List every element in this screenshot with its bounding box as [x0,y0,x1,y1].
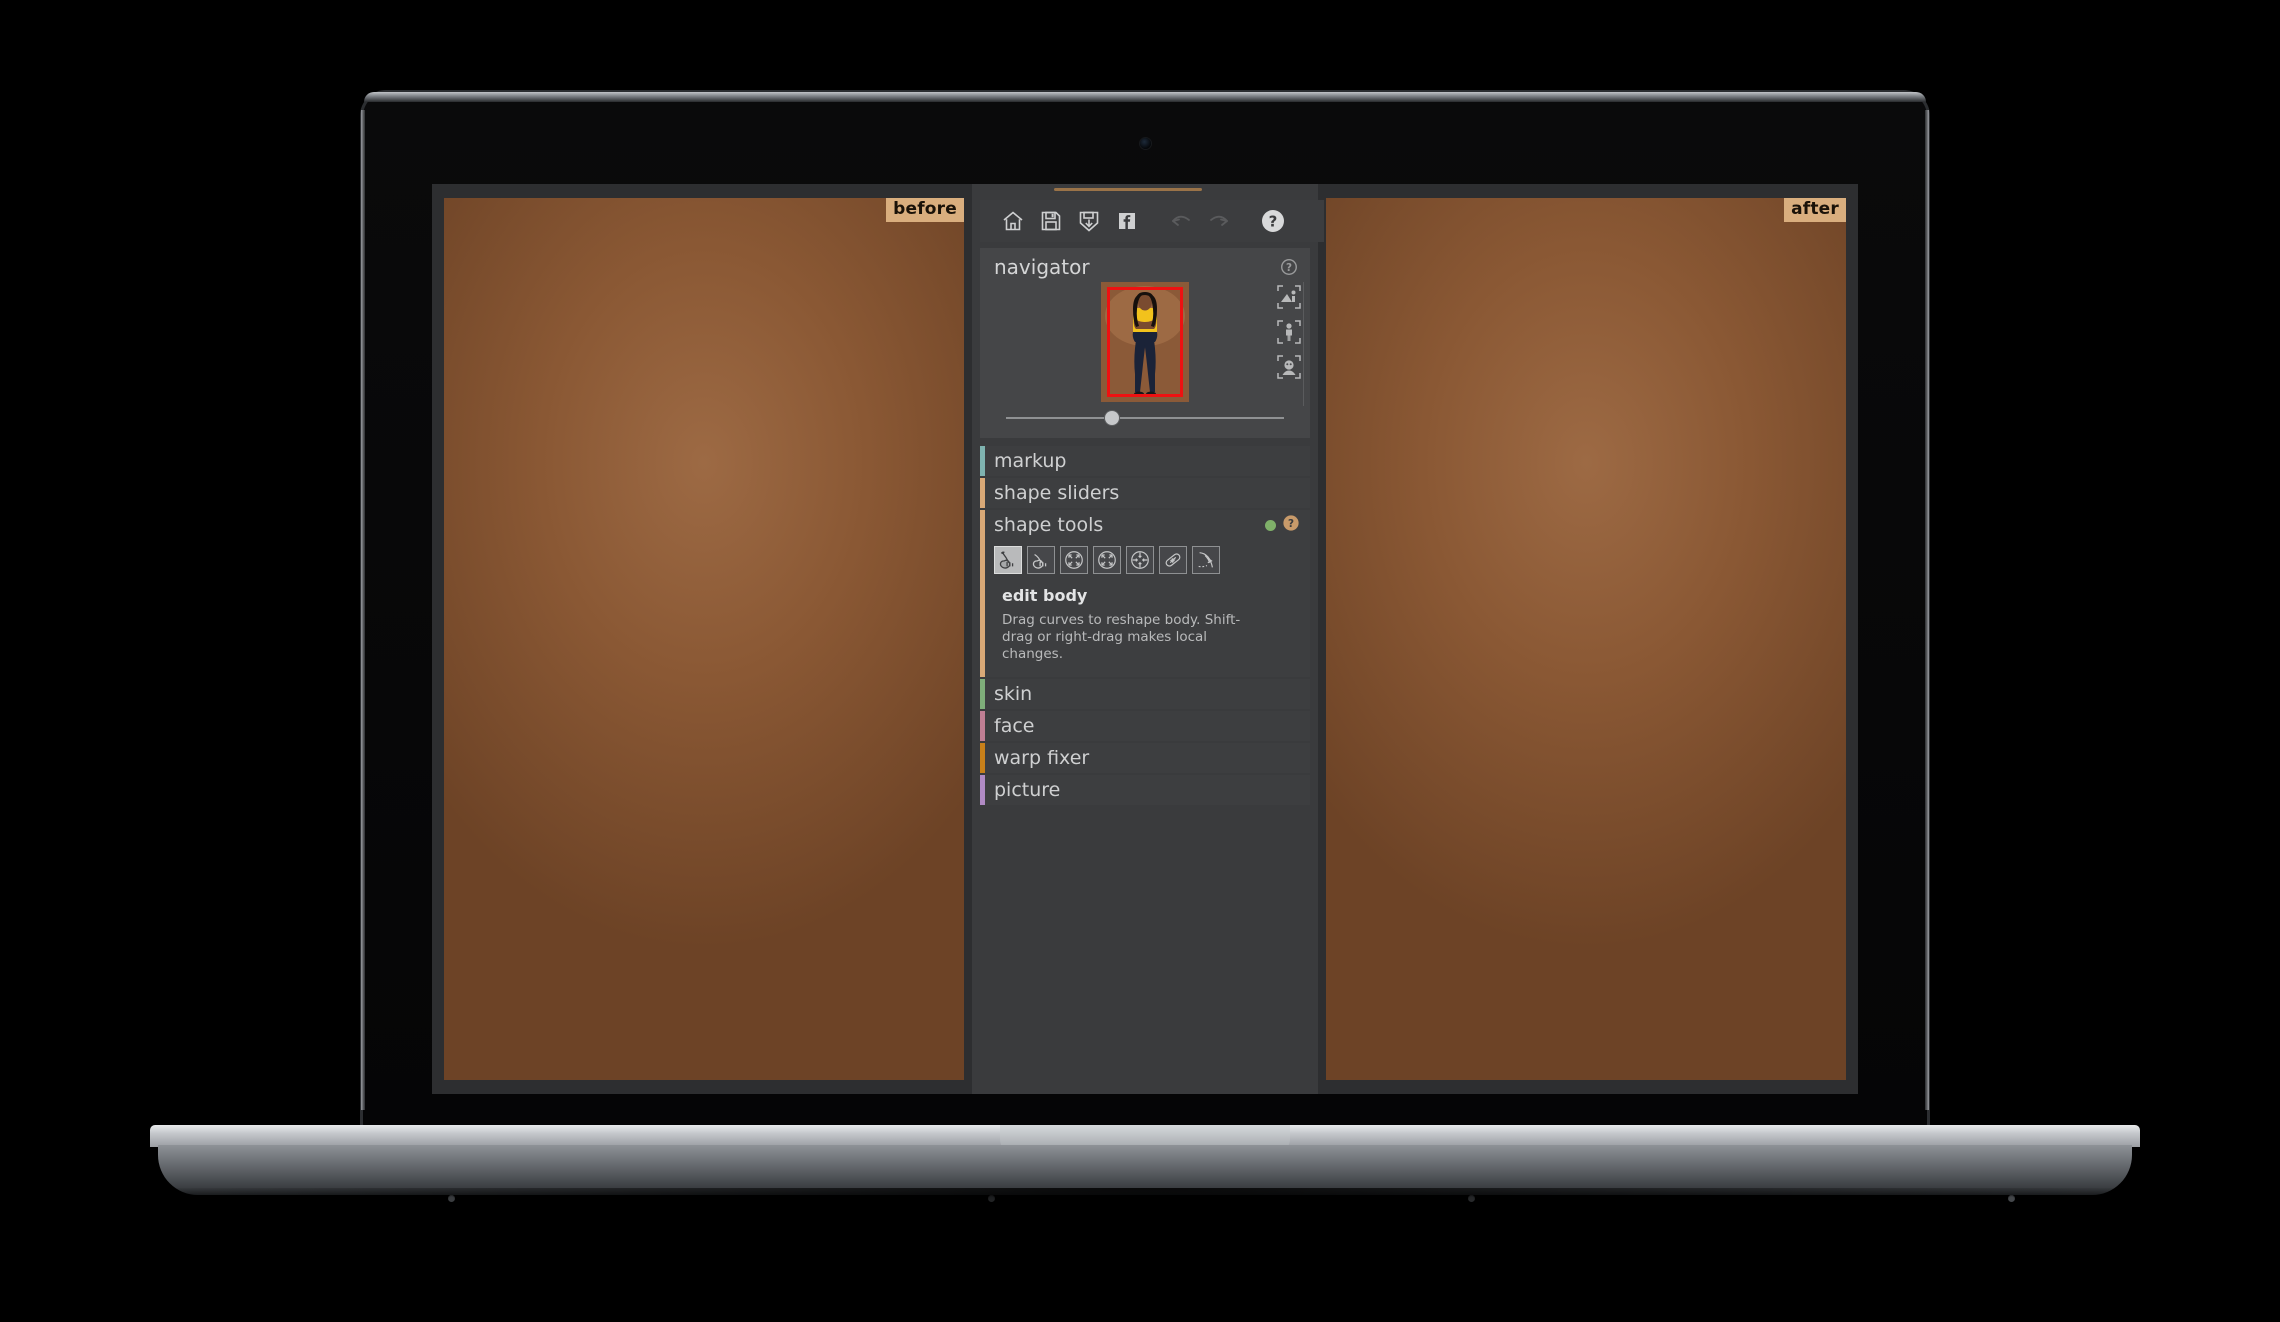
undo-icon[interactable] [1162,202,1200,240]
laptop-lid: before ? navigator ? markup shape slider… [360,90,1930,1130]
panel-accent-shape-tools [980,510,985,677]
navigator-title: navigator [994,255,1090,279]
panel-accent-warp-fixer [980,743,985,773]
home-icon[interactable] [994,202,1032,240]
panel-label-shape-tools: shape tools [994,513,1104,536]
panel-label-markup: markup [994,449,1067,472]
heal-tool[interactable] [1159,546,1187,574]
tools-sidebar: ? navigator ? markup shape sliders shape… [972,184,1324,1094]
thumbnail-subject [1101,282,1189,402]
shape-tools-help-icon[interactable]: ? [1282,514,1300,536]
screenshot-stage: before ? navigator ? markup shape slider… [0,0,2280,1322]
after-image-pane[interactable]: after [1326,198,1846,1080]
before-image-pane[interactable]: before [444,198,964,1080]
panel-face: face [980,711,1310,741]
navigator-divider [1303,282,1304,406]
panel-header-face[interactable]: face [980,711,1310,741]
panel-header-indicators: ? [1265,514,1310,536]
app-screen: before ? navigator ? markup shape slider… [432,184,1858,1094]
save-as-icon[interactable] [1070,202,1108,240]
panel-accent-skin [980,679,985,709]
panel-accent-markup [980,446,985,476]
panel-label-face: face [994,714,1035,737]
shrink-tool[interactable] [1060,546,1088,574]
lid-right-edge [1925,110,1929,1110]
shape-tools-body: edit body Drag curves to reshape body. S… [980,540,1310,677]
navigator-thumbnail-image [1101,282,1189,402]
before-photo [444,198,964,1080]
svg-text:?: ? [1286,262,1292,274]
panel-label-shape-sliders: shape sliders [994,481,1120,504]
panel-header-markup[interactable]: markup [980,446,1310,476]
after-label: after [1784,198,1846,222]
panel-accordion: markup shape sliders shape tools ? edit … [980,446,1310,807]
photo-background [444,198,964,1080]
svg-text:?: ? [1269,213,1278,231]
pinch-tool[interactable] [1126,546,1154,574]
save-icon[interactable] [1032,202,1070,240]
panel-header-shape-sliders[interactable]: shape sliders [980,478,1310,508]
panel-header-skin[interactable]: skin [980,679,1310,709]
panel-shape-tools: shape tools ? edit body Drag curves to r… [980,510,1310,677]
panel-accent-picture [980,775,985,805]
selected-tool-name: edit body [1002,586,1088,605]
navigator-zoom-slider[interactable] [1006,411,1284,425]
panel-label-warp-fixer: warp fixer [994,746,1090,769]
push-tool[interactable] [1027,546,1055,574]
navigator-help-icon[interactable]: ? [1280,258,1298,280]
fit-whole-image-button[interactable] [1276,284,1302,310]
panel-accent-face [980,711,985,741]
fit-body-button[interactable] [1276,319,1302,345]
facebook-icon[interactable] [1108,202,1146,240]
panel-markup: markup [980,446,1310,476]
svg-text:?: ? [1288,518,1294,530]
panel-shape-sliders: shape sliders [980,478,1310,508]
after-photo [1326,198,1846,1080]
webcam-icon [1140,138,1151,149]
panel-label-picture: picture [994,778,1061,801]
panel-accent-shape-sliders [980,478,985,508]
top-accent-bar [1054,188,1202,191]
navigator-panel: navigator ? [980,248,1310,438]
status-dot [1265,519,1276,531]
laptop-mockup: before ? navigator ? markup shape slider… [130,90,2160,1228]
redo-icon[interactable] [1200,202,1238,240]
panel-header-picture[interactable]: picture [980,775,1310,805]
laptop-shadow [130,1188,2160,1228]
lid-left-edge [361,110,365,1110]
panel-warp-fixer: warp fixer [980,743,1310,773]
photo-background-after [1326,198,1846,1080]
navigator-frame-buttons [1276,284,1302,389]
curve-tool[interactable] [1192,546,1220,574]
main-toolbar: ? [980,200,1324,242]
panel-header-shape-tools[interactable]: shape tools ? [980,510,1310,540]
before-label: before [886,198,964,222]
fit-face-button[interactable] [1276,354,1302,380]
zoom-slider-track [1006,417,1284,419]
navigator-thumbnail[interactable] [1101,282,1189,402]
grow-tool[interactable] [1093,546,1121,574]
help-icon[interactable]: ? [1254,202,1292,240]
zoom-slider-knob[interactable] [1104,411,1119,425]
panel-skin: skin [980,679,1310,709]
lid-top-highlight [364,92,1926,102]
selected-tool-description: Drag curves to reshape body. Shift-drag … [1002,612,1241,662]
base-top-edge [150,1125,2140,1155]
panel-label-skin: skin [994,682,1033,705]
panel-header-warp-fixer[interactable]: warp fixer [980,743,1310,773]
shape-tool-buttons [994,546,1300,574]
edit-body-tool[interactable] [994,546,1022,574]
panel-picture: picture [980,775,1310,805]
